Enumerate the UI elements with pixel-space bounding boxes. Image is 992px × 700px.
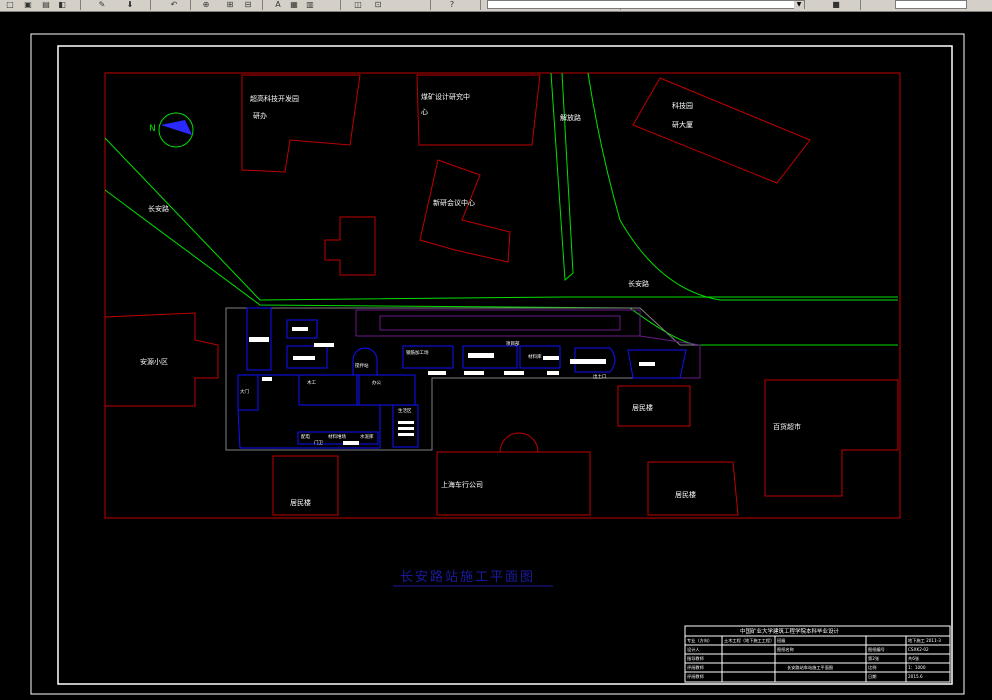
mark-15 xyxy=(398,427,414,430)
title-block-cell: 2015.6 xyxy=(908,674,923,679)
mark-7 xyxy=(570,359,606,364)
label-tech-tower-2: 研大厦 xyxy=(672,120,693,129)
toolbar-separator xyxy=(262,0,263,10)
undo-icon[interactable]: ↶ xyxy=(168,0,180,9)
cad-drawing-canvas[interactable]: N 超高科技开发园 研办 煤矿设计研究中 心 解放路 科技园 研大厦 长安路 新… xyxy=(0,12,992,700)
title-block-cell: 比例 xyxy=(868,664,876,671)
model-space xyxy=(0,12,992,700)
color-icon[interactable]: ■ xyxy=(830,0,842,9)
title-block-header: 中国矿业大学建筑工程学院本科毕业设计 xyxy=(740,627,840,635)
label-site-f: 配电 xyxy=(301,433,310,440)
title-block-cell: CSXK2-02 xyxy=(908,647,929,652)
label-site-c: 生活区 xyxy=(398,407,412,414)
toolbar-separator xyxy=(190,0,191,10)
chevron-down-icon[interactable]: ▼ xyxy=(794,1,804,9)
title-block-cell: 专业（方向） xyxy=(687,637,712,644)
title-block-cell: 评阅教师 xyxy=(687,664,704,671)
print-icon[interactable]: ▤ xyxy=(40,0,52,9)
label-road-right: 长安路 xyxy=(628,279,649,288)
label-site-e: 水泥库 xyxy=(360,433,374,440)
mark-6 xyxy=(543,356,559,360)
label-site-store: 材料库 xyxy=(528,353,542,360)
label-tech-tower: 科技园 xyxy=(672,101,693,110)
label-site-yard: 钢筋加工场 xyxy=(406,349,429,356)
mark-12 xyxy=(547,371,559,375)
text-icon[interactable]: A xyxy=(272,0,284,9)
label-dept-store: 百货超市 xyxy=(773,422,801,431)
mark-5 xyxy=(468,353,494,358)
layer-icon[interactable]: ◫ xyxy=(352,0,364,9)
label-site-a: 木工 xyxy=(307,379,316,386)
title-block-cell: 评阅教师 xyxy=(687,673,704,680)
help-icon[interactable]: ? xyxy=(446,0,458,9)
mark-17 xyxy=(343,441,359,445)
toolbar: □▣▤◧✎⬇↶⊕⊞⊟A▦▥◫⊡?≡◩■ ▼ xyxy=(0,0,992,12)
mark-3 xyxy=(314,343,334,347)
properties-icon[interactable]: ▦ xyxy=(288,0,300,9)
label-site-d: 材料堆场 xyxy=(328,433,346,440)
label-residence-right: 居民楼 xyxy=(632,403,653,412)
title-block-cell: 班级 xyxy=(777,637,786,644)
mark-4 xyxy=(293,356,315,360)
compass-north-label: N xyxy=(149,124,156,134)
label-site-office: 项目部 xyxy=(506,340,520,347)
title-block-cell: 1：1000 xyxy=(908,665,926,670)
title-block-cell: 共6张 xyxy=(908,655,920,662)
title-block-cell: 图纸名称 xyxy=(777,646,794,653)
title-block-cell: 第2张 xyxy=(868,655,880,662)
label-tech-park: 超高科技开发园 xyxy=(250,94,299,103)
label-conference: 新研会议中心 xyxy=(433,198,475,207)
drawing-title: 长安路站施工平面图 xyxy=(400,569,535,585)
label-road-north: 解放路 xyxy=(560,113,581,122)
toolbar-separator xyxy=(430,0,431,10)
open-icon[interactable]: □ xyxy=(4,0,16,9)
title-block-cell: 指导教师 xyxy=(687,655,704,662)
table-icon[interactable]: ▥ xyxy=(304,0,316,9)
mark-14 xyxy=(398,421,414,424)
style-field[interactable] xyxy=(895,0,967,9)
label-coal-research-2: 心 xyxy=(421,108,428,116)
toolbar-separator xyxy=(80,0,81,10)
label-site-g: 门卫 xyxy=(314,439,323,446)
label-residence-br: 居民楼 xyxy=(675,490,696,499)
zoom-window-icon[interactable]: ⊞ xyxy=(224,0,236,9)
label-site-mix: 搅拌站 xyxy=(355,362,369,369)
label-site-gate: 大门 xyxy=(240,388,249,395)
toolbar-separator xyxy=(340,0,341,10)
mark-13 xyxy=(262,377,272,381)
label-shanghai: 上海车行公司 xyxy=(441,480,483,489)
toolbar-separator xyxy=(150,0,151,10)
insert-icon[interactable]: ⊡ xyxy=(372,0,384,9)
mark-8 xyxy=(639,362,655,366)
label-tech-park-2: 研办 xyxy=(253,111,267,120)
mark-9 xyxy=(428,371,446,375)
save-icon[interactable]: ▣ xyxy=(22,0,34,9)
label-site-b: 办公 xyxy=(372,379,381,386)
title-block-cell: 图纸编号 xyxy=(868,646,885,653)
mark-10 xyxy=(464,371,484,375)
mark-16 xyxy=(398,433,414,436)
title-block-cell: 长安路站车站施工平面图 xyxy=(787,664,833,671)
layer-combobox[interactable]: ▼ xyxy=(487,0,805,9)
title-block-cell: 地下施工 2011-3 xyxy=(908,637,941,644)
mark-2 xyxy=(292,327,308,331)
zoom-prev-icon[interactable]: ⊟ xyxy=(242,0,254,9)
title-block-cell: 土木工程（地下施工工程） xyxy=(724,637,774,644)
label-residence-bl: 居民楼 xyxy=(290,498,311,507)
label-coal-research: 煤矿设计研究中 xyxy=(421,92,470,101)
zoom-icon[interactable]: ⊕ xyxy=(200,0,212,9)
toolbar-separator xyxy=(480,0,481,10)
label-site-shaft: 出土口 xyxy=(593,373,607,380)
mark-1 xyxy=(249,337,269,342)
label-road-left: 长安路 xyxy=(148,204,169,213)
label-anyuan: 安源小区 xyxy=(140,357,168,366)
paint-icon[interactable]: ✎ xyxy=(96,0,108,9)
mark-11 xyxy=(504,371,524,375)
toolbar-separator xyxy=(860,0,861,10)
down-arrow-icon[interactable]: ⬇ xyxy=(124,0,136,9)
preview-icon[interactable]: ◧ xyxy=(56,0,68,9)
title-block-cell: 设计人 xyxy=(687,646,700,653)
